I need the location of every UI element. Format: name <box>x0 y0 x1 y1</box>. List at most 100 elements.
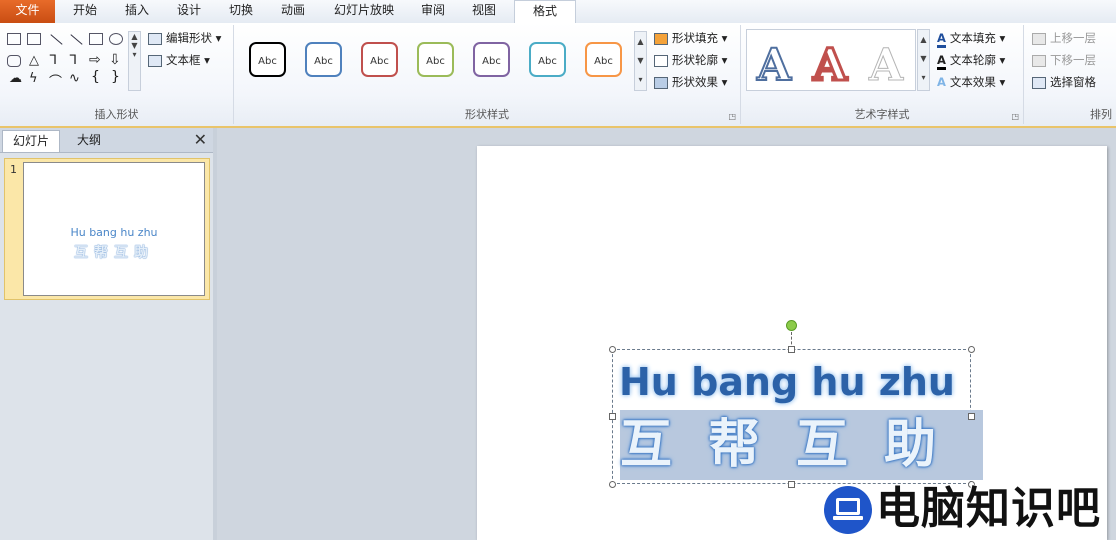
resize-handle-top-right[interactable] <box>968 346 975 353</box>
shape-gallery-scroll[interactable]: ▲ ▼ ▾ <box>128 31 141 91</box>
curve-shape-icon[interactable]: ∿ <box>69 71 80 86</box>
rounded-rectangle-shape-icon[interactable] <box>7 55 21 67</box>
triangle-shape-icon[interactable]: △ <box>29 53 39 68</box>
lightning-shape-icon[interactable]: ϟ <box>29 71 38 86</box>
shape-fill-label: 形状填充 <box>672 31 718 45</box>
slide-thumbnail-item[interactable]: 1 Hu bang hu zhu 互帮互助 <box>4 158 210 300</box>
shape-gallery[interactable]: △ ᒣ ᒣ ⇨ ⇩ ☁ ϟ ⌒ ∿ { } <box>5 31 141 91</box>
resize-handle-top-left[interactable] <box>609 346 616 353</box>
elbow-connector-shape-icon[interactable]: ᒣ <box>49 53 57 68</box>
ribbon: △ ᒣ ᒣ ⇨ ⇩ ☁ ϟ ⌒ ∿ { } ▲ ▼ ▾ 编辑形状 ▾ 文本框 ▾ 插… <box>0 23 1116 128</box>
shape-style-preset[interactable]: Abc <box>249 42 286 77</box>
send-backward-icon <box>1032 54 1046 67</box>
shape-style-preset[interactable]: Abc <box>417 42 454 77</box>
right-arrow-shape-icon[interactable]: ⇨ <box>89 52 101 68</box>
bring-forward-button[interactable]: 上移一层 <box>1032 29 1096 47</box>
tab-animations[interactable]: 动画 <box>272 0 314 23</box>
textbox-shape-icon[interactable] <box>7 33 21 45</box>
tab-format[interactable]: 格式 <box>514 0 576 24</box>
tab-transitions[interactable]: 切换 <box>220 0 262 23</box>
vertical-textbox-shape-icon[interactable] <box>27 33 41 45</box>
laptop-logo-icon <box>824 486 872 534</box>
right-brace-shape-icon[interactable]: } <box>111 69 120 85</box>
shape-outline-button[interactable]: 形状轮廓 ▾ <box>654 51 727 69</box>
tab-slideshow[interactable]: 幻灯片放映 <box>324 0 404 23</box>
selection-pane-button[interactable]: 选择窗格 <box>1032 73 1096 91</box>
resize-handle-top[interactable] <box>788 346 795 353</box>
wordart-style-outline-blue[interactable]: A <box>756 43 792 89</box>
tab-outline[interactable]: 大纲 <box>60 130 118 151</box>
wordart-style-outline-red[interactable]: A <box>811 42 848 89</box>
line-shape-icon[interactable] <box>50 34 63 45</box>
text-box-button[interactable]: 文本框 ▾ <box>148 51 210 69</box>
wordart-gallery[interactable]: A A A <box>746 29 916 91</box>
text-outline-button[interactable]: A 文本轮廓 ▾ <box>937 51 1005 70</box>
tab-file[interactable]: 文件 <box>0 0 55 23</box>
send-backward-button[interactable]: 下移一层 <box>1032 51 1096 69</box>
edit-shape-label: 编辑形状 <box>166 31 212 45</box>
thumbnail-text-line1: Hu bang hu zhu <box>70 226 158 239</box>
wordart-gallery-scroll[interactable]: ▲ ▼ ▾ <box>917 29 930 91</box>
paint-bucket-icon <box>654 32 668 45</box>
text-outline-label: 文本轮廓 <box>949 53 996 67</box>
group-shape-styles: Abc Abc Abc Abc Abc Abc Abc ▲ ▼ ▾ 形状填充 ▾ 形… <box>234 25 741 124</box>
resize-handle-bottom-left[interactable] <box>609 481 616 488</box>
wordart-style-outline-gray[interactable]: A <box>868 43 903 88</box>
pen-icon <box>654 54 668 67</box>
close-icon[interactable]: ✕ <box>194 130 207 150</box>
shape-style-preset[interactable]: Abc <box>305 42 342 77</box>
slides-panel: 幻灯片 大纲 ✕ 1 Hu bang hu zhu 互帮互助 <box>0 128 214 540</box>
arrow-line-shape-icon[interactable] <box>70 34 83 45</box>
dialog-launcher-icon[interactable]: ◳ <box>728 112 736 121</box>
panel-splitter[interactable] <box>213 128 217 540</box>
watermark-text: 电脑知识吧 <box>876 483 1101 534</box>
text-box-icon <box>148 54 162 67</box>
elbow-arrow-shape-icon[interactable]: ᒣ <box>69 53 77 68</box>
resize-handle-bottom[interactable] <box>788 481 795 488</box>
slide-thumbnail[interactable]: Hu bang hu zhu 互帮互助 <box>23 162 205 296</box>
oval-shape-icon[interactable] <box>109 33 123 45</box>
shape-style-gallery-scroll[interactable]: ▲ ▼ ▾ <box>634 31 647 91</box>
resize-handle-right[interactable] <box>968 413 975 420</box>
rotation-handle[interactable] <box>786 320 797 331</box>
edit-shape-button[interactable]: 编辑形状 ▾ <box>148 29 221 47</box>
selection-pane-icon <box>1032 76 1046 89</box>
shape-style-gallery[interactable]: Abc Abc Abc Abc Abc Abc Abc <box>239 25 639 95</box>
edit-shape-icon <box>148 32 162 45</box>
text-fill-icon: A <box>937 31 946 48</box>
text-effects-icon: A <box>937 75 946 89</box>
tab-slides[interactable]: 幻灯片 <box>2 130 60 152</box>
shape-style-preset[interactable]: Abc <box>473 42 510 77</box>
shape-style-preset[interactable]: Abc <box>361 42 398 77</box>
wordart-text-line1[interactable]: Hu bang hu zhu <box>619 359 955 405</box>
rectangle-shape-icon[interactable] <box>89 33 103 45</box>
tab-insert[interactable]: 插入 <box>116 0 158 23</box>
tab-view[interactable]: 视图 <box>463 0 505 23</box>
selection-pane-label: 选择窗格 <box>1050 75 1096 89</box>
bring-forward-icon <box>1032 32 1046 45</box>
arc-shape-icon[interactable]: ⌒ <box>49 71 62 90</box>
text-effects-label: 文本效果 <box>949 75 996 89</box>
down-arrow-shape-icon[interactable]: ⇩ <box>109 52 121 68</box>
tab-design[interactable]: 设计 <box>168 0 210 23</box>
group-insert-shapes: △ ᒣ ᒣ ⇨ ⇩ ☁ ϟ ⌒ ∿ { } ▲ ▼ ▾ 编辑形状 ▾ 文本框 ▾ 插… <box>0 25 234 124</box>
tab-home[interactable]: 开始 <box>64 0 106 23</box>
shape-effects-button[interactable]: 形状效果 ▾ <box>654 73 727 91</box>
text-fill-button[interactable]: A 文本填充 ▾ <box>937 29 1005 48</box>
shape-style-preset[interactable]: Abc <box>585 42 622 77</box>
resize-handle-left[interactable] <box>609 413 616 420</box>
shape-effects-icon <box>654 76 668 89</box>
left-brace-shape-icon[interactable]: { <box>91 69 100 85</box>
cloud-shape-icon[interactable]: ☁ <box>9 71 22 86</box>
group-wordart-styles: A A A ▲ ▼ ▾ A 文本填充 ▾ A 文本轮廓 ▾ A 文本效果 ▾ 艺术字样式 … <box>741 25 1024 124</box>
shape-style-preset[interactable]: Abc <box>529 42 566 77</box>
tab-review[interactable]: 审阅 <box>412 0 454 23</box>
wordart-text-line2[interactable]: 互帮互助 <box>620 412 983 478</box>
shape-fill-button[interactable]: 形状填充 ▾ <box>654 29 727 47</box>
dialog-launcher-icon[interactable]: ◳ <box>1011 112 1019 121</box>
text-effects-button[interactable]: A 文本效果 ▾ <box>937 73 1005 91</box>
shape-effects-label: 形状效果 <box>672 75 718 89</box>
group-label-wordart-styles: 艺术字样式 <box>854 108 910 121</box>
bring-forward-label: 上移一层 <box>1050 31 1096 45</box>
text-outline-icon: A <box>937 53 946 70</box>
